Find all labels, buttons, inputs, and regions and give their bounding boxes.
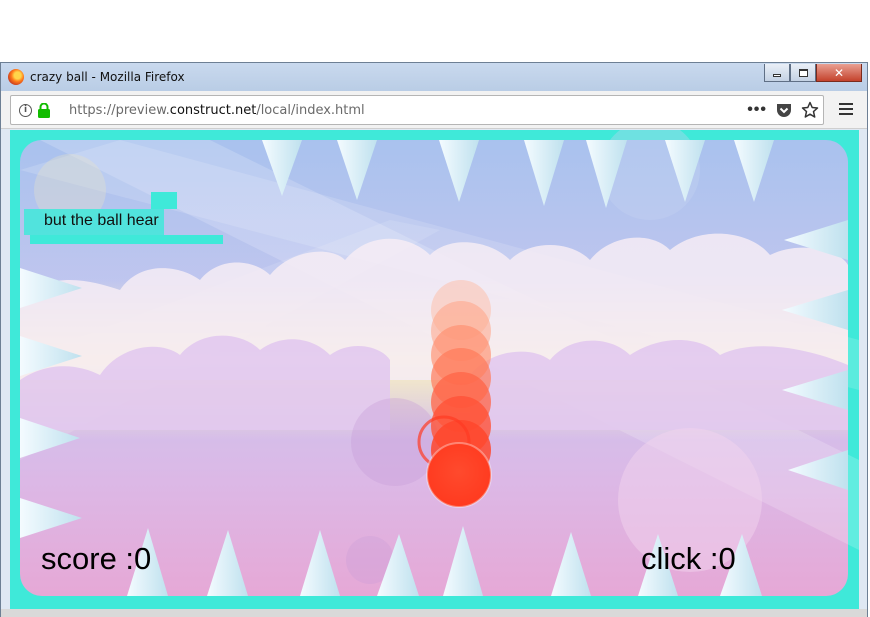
bubble <box>351 398 439 486</box>
url-path: /local/index.html <box>256 103 365 118</box>
address-bar[interactable]: i https://preview.construct.net/local/in… <box>10 95 824 125</box>
game-canvas[interactable]: but the ball hear score :0 click :0 <box>10 130 859 610</box>
url-actions: ••• <box>747 100 819 120</box>
hint-underline <box>30 235 223 244</box>
cloud-layer <box>470 340 848 430</box>
info-icon[interactable]: i <box>19 104 32 117</box>
close-button[interactable]: ✕ <box>816 64 862 82</box>
title-bar[interactable]: crazy ball - Mozilla Firefox ✕ <box>1 63 867 91</box>
pocket-icon[interactable] <box>775 101 793 119</box>
lock-icon[interactable] <box>37 103 51 118</box>
firefox-logo-icon <box>8 69 24 85</box>
close-icon: ✕ <box>833 65 845 80</box>
window-bottom-border <box>1 609 867 617</box>
nav-toolbar: i https://preview.construct.net/local/in… <box>1 91 867 129</box>
hint-tab <box>151 192 177 209</box>
maximize-button[interactable] <box>790 64 816 82</box>
menu-icon[interactable] <box>839 103 853 115</box>
click-counter: click :0 <box>641 541 736 576</box>
window-title: crazy ball - Mozilla Firefox <box>30 70 185 84</box>
minimize-icon <box>773 74 781 77</box>
ball[interactable] <box>426 442 492 508</box>
game-scene <box>20 130 859 596</box>
url-prefix: https://preview. <box>69 103 170 118</box>
minimize-button[interactable] <box>764 64 790 82</box>
browser-window: crazy ball - Mozilla Firefox ✕ i https:/… <box>0 62 868 617</box>
url-domain: construct.net <box>169 103 257 118</box>
more-icon[interactable]: ••• <box>747 100 767 120</box>
bookmark-star-icon[interactable] <box>801 101 819 119</box>
maximize-icon <box>798 68 808 77</box>
url-text[interactable]: https://preview.construct.net/local/inde… <box>69 103 365 118</box>
window-controls: ✕ <box>764 64 862 82</box>
hint-text: but the ball hear <box>44 212 159 229</box>
score-label: score :0 <box>41 541 152 576</box>
